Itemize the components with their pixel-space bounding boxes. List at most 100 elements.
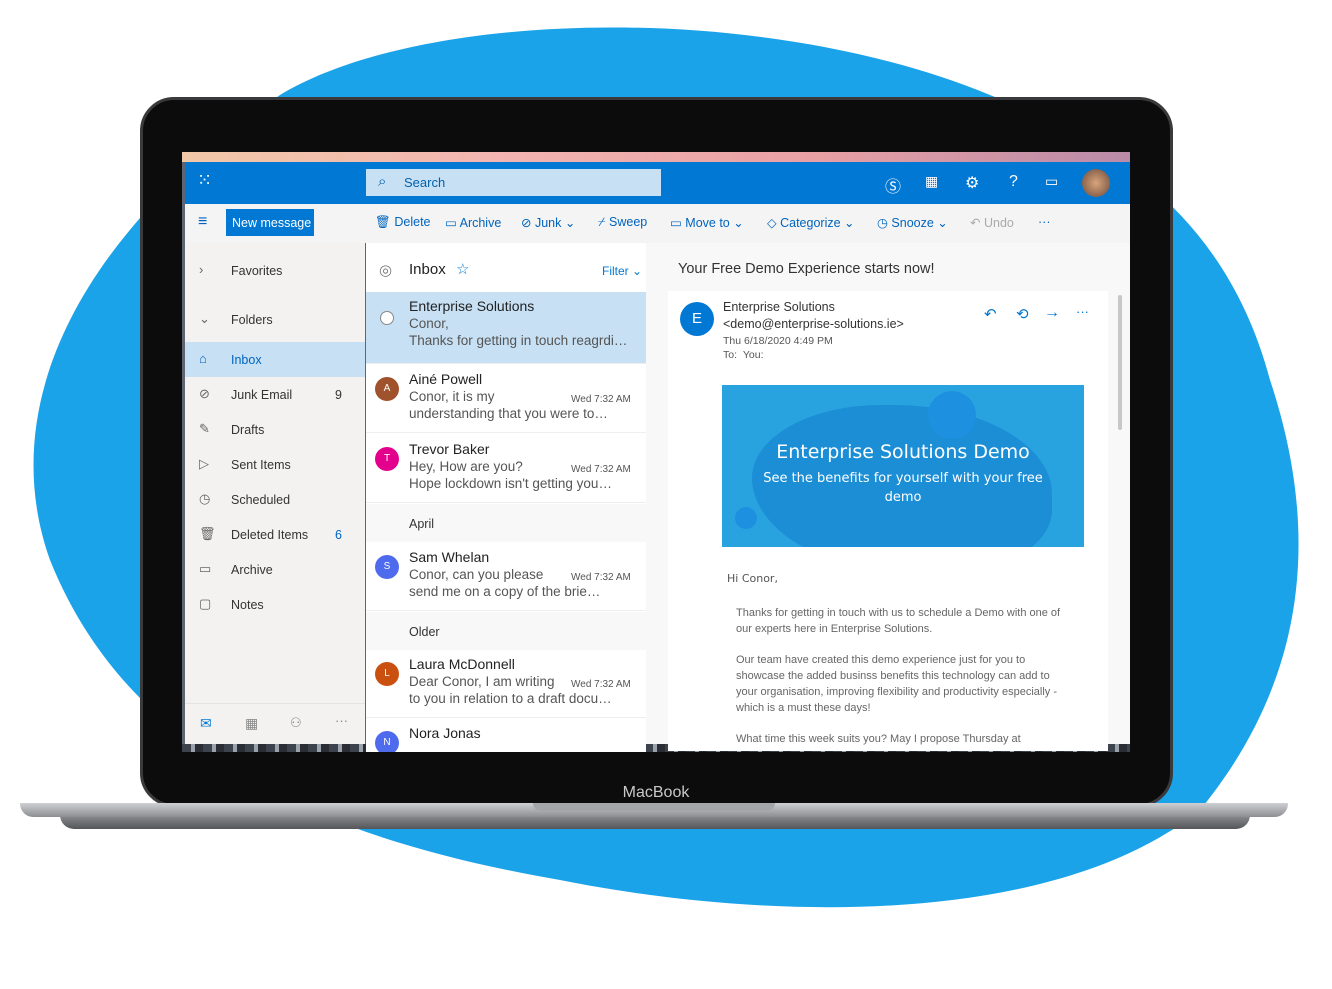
list-item[interactable]: L Laura McDonnell Dear Conor, I am writing… <box>366 650 646 718</box>
preview-line1: Conor, can you please <box>409 567 544 582</box>
block-icon: ⊘ <box>521 216 532 230</box>
more-apps-button[interactable]: ··· <box>335 713 348 728</box>
broom-icon: ⌿ <box>598 215 606 229</box>
avatar[interactable] <box>1082 169 1110 197</box>
undo-icon: ↶ <box>970 216 981 230</box>
calendar-check-icon[interactable]: ▦ <box>925 173 938 190</box>
list-title: Inbox <box>409 261 446 278</box>
sender: Ainé Powell <box>409 371 483 387</box>
reading-pane: Your Free Demo Experience starts now! E … <box>646 243 1130 751</box>
chevron-down-icon: ⌄ <box>199 311 210 326</box>
filter-button[interactable]: Filter ⌄ <box>602 264 642 278</box>
sidebar-item-junk-email[interactable]: ⊘ Junk Email 9 <box>185 377 365 412</box>
sweep-label: Sweep <box>609 215 648 229</box>
trash-icon: 🗑 <box>375 215 391 229</box>
sidebar-item-label: Scheduled <box>231 493 291 507</box>
sidebar-item-label: Inbox <box>231 353 262 367</box>
divider <box>185 703 365 704</box>
sidebar-item-deleted-items[interactable]: 🗑 Deleted Items 6 <box>185 517 365 552</box>
gear-icon[interactable]: ⚙ <box>965 173 979 193</box>
snooze-label: Snooze <box>891 216 934 230</box>
move-to-label: Move to <box>685 216 730 230</box>
timestamp: Wed 7:32 AM <box>571 394 631 405</box>
preview-line1: Hey, How are you? <box>409 459 523 474</box>
archive-label: Archive <box>459 216 502 230</box>
sidebar-item-label: Archive <box>231 563 273 577</box>
calendar-icon[interactable]: ▦ <box>245 715 258 732</box>
new-message-button[interactable]: New message <box>226 209 314 236</box>
sidebar-item-notes[interactable]: ▢ Notes <box>185 587 365 622</box>
sidebar-item-sent-items[interactable]: ▷ Sent Items <box>185 447 365 482</box>
select-all-icon[interactable]: ◎ <box>379 261 392 279</box>
hamburger-menu-icon[interactable]: ≡ <box>198 213 207 231</box>
avatar: N <box>375 731 399 752</box>
undo-button[interactable]: ↶ Undo <box>970 215 1014 230</box>
favorites-label: Favorites <box>231 264 283 278</box>
junk-button[interactable]: ⊘ Junk ⌄ <box>521 215 575 230</box>
sender: Enterprise Solutions <box>409 298 535 314</box>
categorize-button[interactable]: ◇ Categorize ⌄ <box>767 215 855 230</box>
pencil-icon: ✎ <box>199 421 210 436</box>
banner-dot <box>735 507 757 529</box>
sidebar-item-scheduled[interactable]: ◷ Scheduled <box>185 482 365 517</box>
list-item[interactable]: T Trevor Baker Hey, How are you? Wed 7:32 A… <box>366 435 646 503</box>
sidebar-item-label: Junk Email <box>231 388 293 402</box>
list-item[interactable]: Enterprise Solutions Conor, Thanks for g… <box>366 292 646 364</box>
mail-icon[interactable]: ✉ <box>200 715 212 732</box>
archive-icon: ▭ <box>199 561 212 576</box>
junk-label: Junk <box>534 216 562 230</box>
search-placeholder: Search <box>404 175 446 190</box>
to-label: To: <box>723 349 738 361</box>
clock-icon: ◷ <box>877 216 888 230</box>
delete-label: Delete <box>394 215 431 229</box>
wallpaper-strip <box>182 152 1130 162</box>
block-icon: ⊘ <box>199 386 210 401</box>
sidebar-item-label: Drafts <box>231 423 265 437</box>
banner-title: Enterprise Solutions Demo <box>776 441 1030 463</box>
more-actions-button[interactable]: ··· <box>1038 215 1051 229</box>
to-value: You: <box>742 349 764 361</box>
email-banner: Enterprise Solutions Demo See the benefi… <box>722 385 1084 547</box>
sender: Laura McDonnell <box>409 656 515 672</box>
favorites-toggle[interactable]: › Favorites <box>185 253 365 288</box>
timestamp: Wed 7:32 AM <box>571 464 631 475</box>
reply-icon[interactable]: ↶ <box>984 305 997 323</box>
sender-email: <demo@enterprise-solutions.ie> <box>723 317 904 331</box>
chevron-down-icon: ⌄ <box>844 216 855 230</box>
list-item[interactable]: A Ainé Powell Conor, it is my Wed 7:32 AM un… <box>366 365 646 433</box>
archive-button[interactable]: ▭ Archive <box>445 215 501 230</box>
sender-avatar: E <box>680 302 714 336</box>
skype-icon[interactable]: Ⓢ <box>885 173 901 197</box>
feedback-icon[interactable]: ▭ <box>1045 173 1058 190</box>
select-checkbox[interactable] <box>380 311 394 325</box>
list-item[interactable]: N Nora Jonas <box>366 719 646 752</box>
archive-icon: ▭ <box>445 216 457 230</box>
categorize-label: Categorize <box>780 216 841 230</box>
help-icon[interactable]: ? <box>1009 173 1018 191</box>
sender-name: Enterprise Solutions <box>723 300 835 314</box>
folders-toggle[interactable]: ⌄ Folders <box>185 302 365 337</box>
star-icon[interactable]: ☆ <box>456 260 469 278</box>
more-icon[interactable]: ··· <box>1076 304 1089 319</box>
scrollbar[interactable] <box>1118 295 1122 430</box>
people-icon[interactable]: ⚇ <box>290 715 302 731</box>
delete-button[interactable]: 🗑 Delete <box>375 215 431 230</box>
email-paragraph: Thanks for getting in touch with us to s… <box>736 607 1061 635</box>
search-input[interactable]: ⌕ Search <box>366 169 661 196</box>
snooze-button[interactable]: ◷ Snooze ⌄ <box>877 215 948 230</box>
list-item[interactable]: S Sam Whelan Conor, can you please Wed 7:32… <box>366 543 646 611</box>
sidebar-item-archive[interactable]: ▭ Archive <box>185 552 365 587</box>
trash-icon: 🗑 <box>199 526 216 541</box>
folder-pane: › Favorites ⌄ Folders ⌂ Inbox ⊘ Junk Email 9 … <box>185 243 365 744</box>
forward-icon[interactable]: → <box>1044 304 1060 322</box>
sweep-button[interactable]: ⌿ Sweep <box>598 215 647 230</box>
reply-all-icon[interactable]: ⟲ <box>1016 305 1029 323</box>
folders-label: Folders <box>231 313 273 327</box>
app-header: ⁙ ⌕ Search Ⓢ ▦ ⚙ ? ▭ <box>185 162 1130 204</box>
avatar: T <box>375 447 399 471</box>
sidebar-item-drafts[interactable]: ✎ Drafts <box>185 412 365 447</box>
sidebar-item-inbox[interactable]: ⌂ Inbox <box>185 342 365 377</box>
app-launcher-icon[interactable]: ⁙ <box>197 170 212 191</box>
move-to-button[interactable]: ▭ Move to ⌄ <box>670 215 744 230</box>
unread-count: 9 <box>335 388 342 402</box>
